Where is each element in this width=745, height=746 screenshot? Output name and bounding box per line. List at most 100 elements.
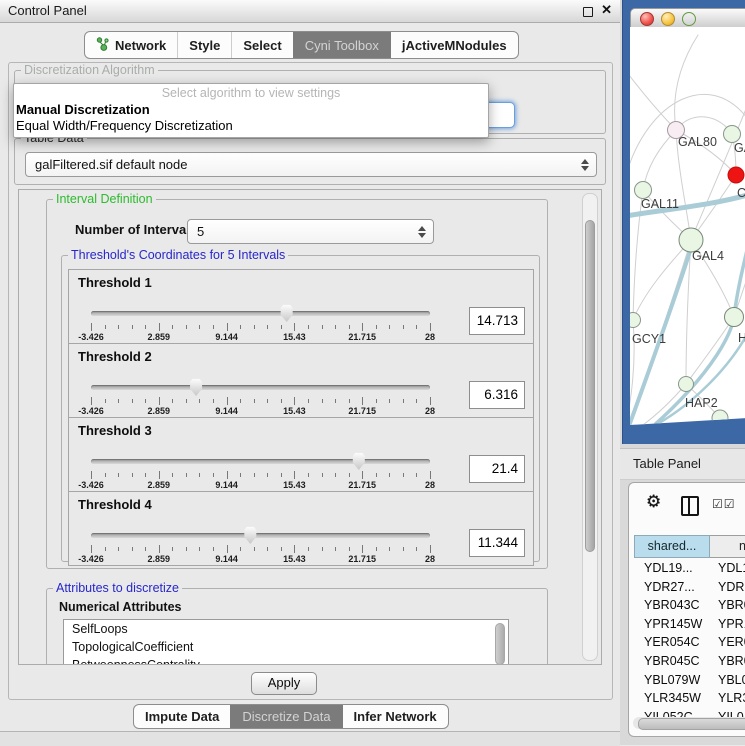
cell-name: YBL0 [718, 671, 745, 690]
list-item[interactable]: TopologicalCoefficient [64, 638, 508, 656]
slider-track[interactable] [91, 311, 430, 316]
slider-ticks [91, 471, 430, 480]
threshold-1-slider[interactable]: -3.4262.8599.14415.4321.71528 [91, 304, 431, 342]
slider-handle[interactable] [243, 526, 258, 544]
tab-impute-data[interactable]: Impute Data [134, 705, 230, 728]
table-hscrollbar[interactable] [633, 717, 745, 729]
table-row[interactable]: YDR27... YDR2 [629, 578, 745, 597]
slider-track[interactable] [91, 385, 430, 390]
bottom-tabbar: Impute Data Discretize Data Infer Networ… [133, 704, 449, 729]
cell-name: YDR2 [718, 578, 745, 597]
tab-network[interactable]: Network [85, 32, 177, 58]
slider-handle[interactable] [189, 378, 204, 396]
slider-tick-labels: -3.4262.8599.14415.4321.71528 [91, 406, 430, 416]
network-edge[interactable] [643, 130, 676, 190]
network-node[interactable] [630, 313, 641, 328]
cell-name: YDL1 [718, 559, 745, 578]
table-panel-bar[interactable]: Table Panel [620, 448, 745, 480]
zoom-traffic-light-icon[interactable] [682, 12, 696, 26]
intervals-combobox[interactable]: 5 [187, 219, 434, 244]
right-panel: GAL80GACGAL11GAL4GCY1HHAP2 Table Panel ⚙… [620, 0, 745, 745]
select-checkboxes-icon[interactable]: ☑☑ [712, 497, 736, 511]
close-traffic-light-icon[interactable] [640, 12, 654, 26]
network-node[interactable] [728, 167, 744, 183]
network-edge[interactable] [675, 35, 698, 130]
main-scrollbar-thumb[interactable] [585, 220, 595, 552]
list-item[interactable]: SelfLoops [64, 620, 508, 638]
network-node[interactable] [679, 377, 694, 392]
threshold-4-value[interactable]: 11.344 [469, 529, 525, 557]
tab-style[interactable]: Style [177, 32, 231, 58]
table-row[interactable]: YBL079W YBL0 [629, 671, 745, 690]
table-rows: YDL19...YDL1YDR27...YDR2YBR043CYBR0YPR14… [629, 559, 745, 725]
algorithm-dropdown-popup: Select algorithm to view settings Manual… [13, 83, 489, 138]
threshold-2-value[interactable]: 6.316 [469, 381, 525, 409]
threshold-3-value[interactable]: 21.4 [469, 455, 525, 483]
control-panel: Control Panel ✕ Network Style Select Cyn… [0, 0, 621, 745]
network-node[interactable] [725, 308, 744, 327]
cell-name: YLR3 [718, 689, 745, 708]
cell-shared-name: YBL079W [644, 671, 700, 690]
attributes-list[interactable]: SelfLoopsTopologicalCoefficientBetweenne… [63, 619, 509, 665]
float-icon[interactable] [583, 7, 593, 17]
algorithm-option-manual[interactable]: Manual Discretization [14, 102, 488, 118]
cell-name: YBR0 [718, 652, 745, 671]
tab-discretize-data[interactable]: Discretize Data [230, 705, 341, 728]
network-edge[interactable] [686, 317, 734, 384]
slider-track[interactable] [91, 459, 430, 464]
cell-shared-name: YLR345W [644, 689, 701, 708]
column-header-shared[interactable]: shared... [634, 535, 710, 558]
slider-track[interactable] [91, 533, 430, 538]
threshold-2-slider[interactable]: -3.4262.8599.14415.4321.71528 [91, 378, 431, 416]
threshold-panel-2: Threshold 2 -3.4262.8599.14415.4321.7152… [68, 343, 534, 418]
slider-handle[interactable] [279, 304, 294, 322]
intervals-label: Number of Intervals [75, 222, 197, 237]
tab-select[interactable]: Select [231, 32, 292, 58]
table-row[interactable]: YER054CYER0 [629, 633, 745, 652]
cell-shared-name: YER054C [644, 633, 700, 652]
table-row[interactable]: YDL19...YDL1 [629, 559, 745, 578]
thresholds-group: Threshold's Coordinates for 5 Intervals … [61, 255, 540, 562]
gear-icon[interactable]: ⚙ [646, 492, 661, 512]
network-node[interactable] [635, 182, 652, 199]
cell-shared-name: YDR27... [644, 578, 695, 597]
tab-jactivemnodules[interactable]: jActiveMNodules [390, 32, 518, 58]
attributes-list-scrollbar[interactable] [495, 623, 505, 665]
attributes-list-items: SelfLoopsTopologicalCoefficientBetweenne… [64, 620, 508, 665]
tab-infer-network[interactable]: Infer Network [342, 705, 448, 728]
tab-cyni-toolbox[interactable]: Cyni Toolbox [293, 32, 390, 58]
close-icon[interactable]: ✕ [601, 2, 612, 18]
table-data-value: galFiltered.sif default node [35, 153, 187, 176]
column-header-name[interactable]: n [710, 535, 745, 558]
network-node[interactable] [712, 410, 728, 425]
network-edge[interactable] [630, 71, 676, 130]
attributes-group: Attributes to discretize Numerical Attri… [46, 588, 548, 665]
threshold-1-value[interactable]: 14.713 [469, 307, 525, 335]
cyni-toolbox-content: Discretization Algorithm Select algorith… [8, 62, 613, 700]
list-item[interactable]: BetweennessCentrality [64, 656, 508, 665]
table-row[interactable]: YPR145WYPR1 [629, 615, 745, 634]
network-node[interactable] [724, 126, 741, 143]
table-hscrollbar-thumb[interactable] [638, 718, 745, 730]
cell-shared-name: YBR043C [644, 596, 700, 615]
apply-button[interactable]: Apply [251, 672, 317, 695]
bottom-strip [0, 731, 620, 746]
minimize-traffic-light-icon[interactable] [661, 12, 675, 26]
slider-handle[interactable] [351, 452, 366, 470]
table-row[interactable]: YLR345W YLR3 [629, 689, 745, 708]
threshold-4-slider[interactable]: -3.4262.8599.14415.4321.71528 [91, 526, 431, 564]
group-label-thresholds: Threshold's Coordinates for 5 Intervals [68, 248, 288, 262]
table-row[interactable]: YBR045CYBR0 [629, 652, 745, 671]
algorithm-option-equal-width[interactable]: Equal Width/Frequency Discretization [14, 118, 488, 134]
table-data-combobox[interactable]: galFiltered.sif default node [25, 152, 597, 177]
cell-name: YPR1 [718, 615, 745, 634]
main-scrollbar[interactable] [582, 193, 598, 661]
group-label-interval: Interval Definition [53, 192, 156, 206]
table-panel: ⚙ ☑☑ shared... n YDL19...YDL1YDR27...YDR… [628, 482, 745, 737]
slider-tick-labels: -3.4262.8599.14415.4321.71528 [91, 554, 430, 564]
table-row[interactable]: YBR043CYBR0 [629, 596, 745, 615]
threshold-3-slider[interactable]: -3.4262.8599.14415.4321.71528 [91, 452, 431, 490]
network-window-titlebar[interactable] [630, 8, 745, 29]
columns-icon[interactable] [681, 496, 699, 516]
network-canvas[interactable]: GAL80GACGAL11GAL4GCY1HHAP2 [630, 27, 745, 425]
